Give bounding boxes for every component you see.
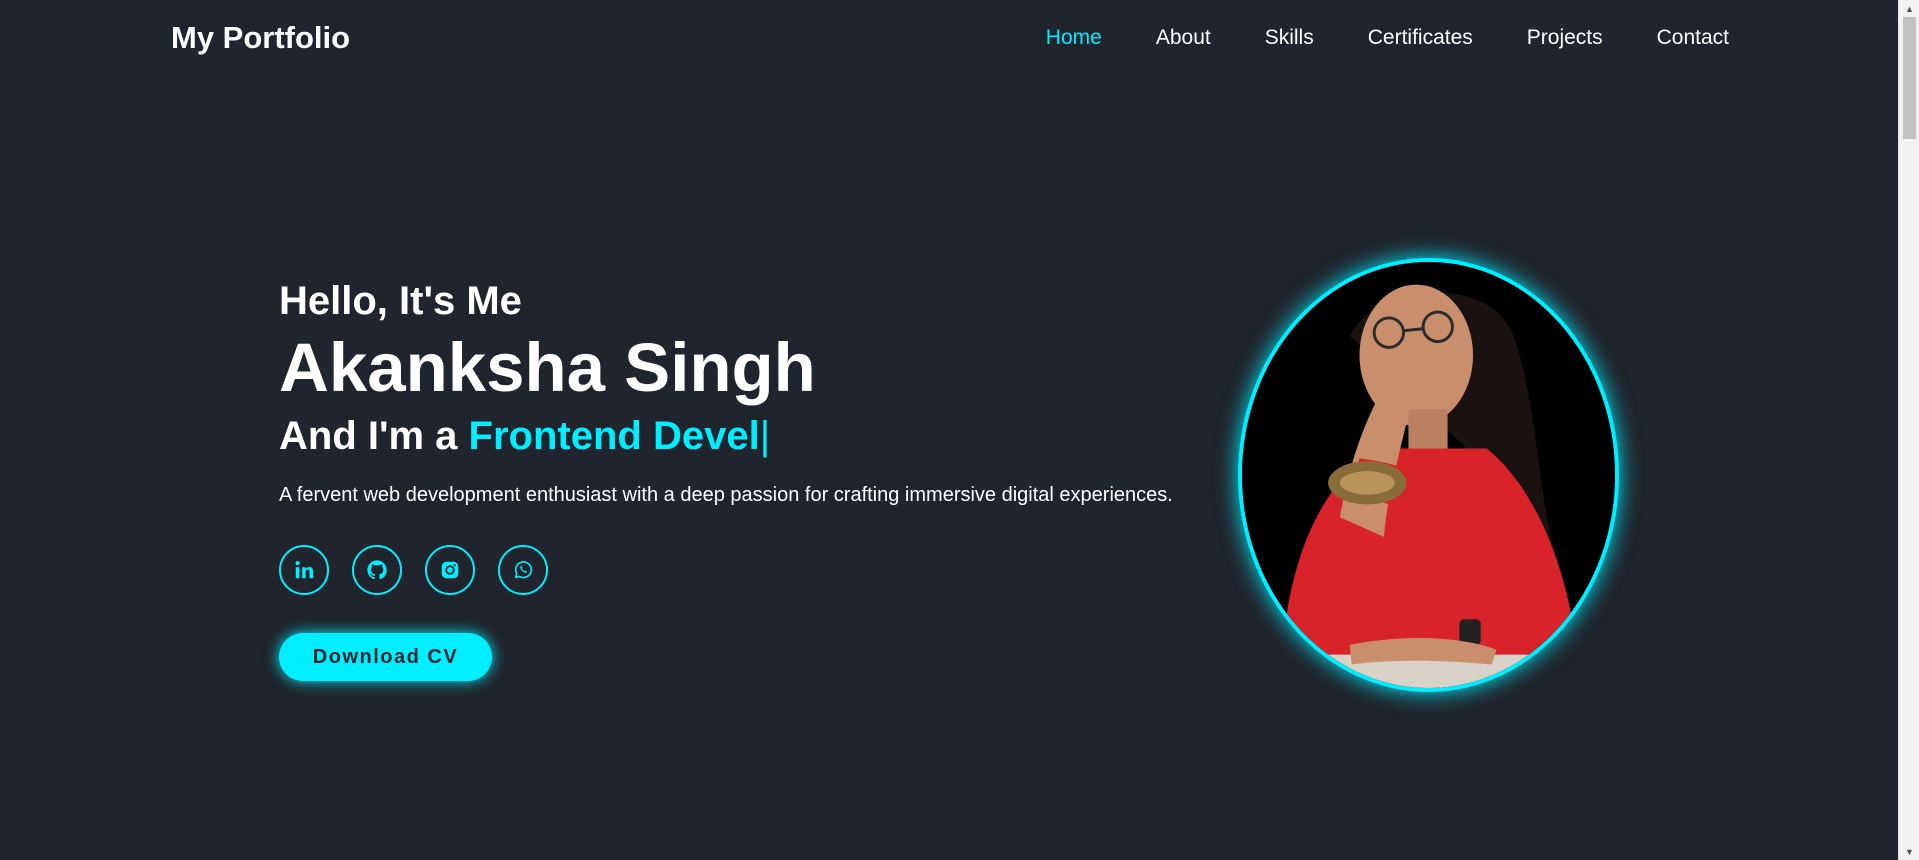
hero-name: Akanksha Singh	[279, 329, 816, 406]
social-links	[279, 545, 548, 595]
instagram-link[interactable]	[425, 545, 475, 595]
linkedin-icon	[295, 561, 314, 579]
hero-content: Hello, It's Me Akanksha Singh And I'm a …	[279, 278, 1199, 508]
page-scrollbar[interactable]: ▲ ▼	[1898, 0, 1919, 860]
role-typed-text: Frontend Devel	[468, 414, 760, 458]
instagram-icon	[441, 561, 459, 579]
download-cv-button[interactable]: Download CV	[279, 633, 492, 681]
hero-tagline: A fervent web development enthusiast wit…	[279, 484, 1173, 506]
linkedin-link[interactable]	[279, 545, 329, 595]
nav-about[interactable]: About	[1156, 25, 1211, 51]
main-nav: Home About Skills Certificates Projects …	[1046, 25, 1729, 51]
scroll-thumb[interactable]	[1903, 17, 1916, 139]
site-header: My Portfolio Home About Skills Certifica…	[0, 0, 1898, 76]
typing-cursor: |	[759, 414, 771, 458]
whatsapp-link[interactable]	[498, 545, 548, 595]
profile-photo-illustration	[1242, 262, 1615, 688]
nav-home[interactable]: Home	[1046, 25, 1102, 51]
nav-contact[interactable]: Contact	[1657, 25, 1729, 51]
scroll-down-icon[interactable]: ▼	[1899, 843, 1919, 860]
nav-skills[interactable]: Skills	[1265, 25, 1314, 51]
nav-certificates[interactable]: Certificates	[1368, 25, 1473, 51]
github-link[interactable]	[352, 545, 402, 595]
page: My Portfolio Home About Skills Certifica…	[0, 0, 1919, 860]
scroll-up-icon[interactable]: ▲	[1899, 0, 1919, 17]
github-icon	[367, 560, 387, 580]
profile-photo	[1238, 258, 1619, 692]
nav-projects[interactable]: Projects	[1527, 25, 1603, 51]
hero-greeting: Hello, It's Me	[279, 279, 522, 323]
logo-link[interactable]: My Portfolio	[171, 19, 350, 56]
role-prefix: And I'm a	[279, 414, 458, 458]
hero-role: And I'm a Frontend Devel|	[279, 412, 1199, 460]
whatsapp-icon	[514, 561, 533, 579]
